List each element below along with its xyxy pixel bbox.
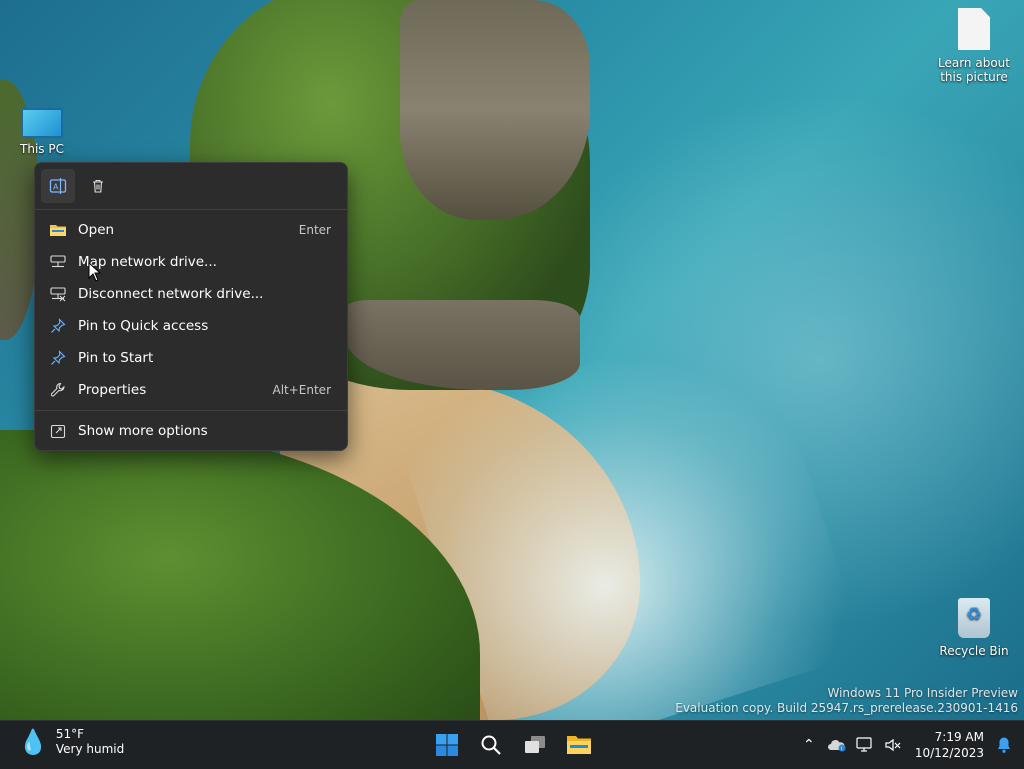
context-menu: A Open Enter Map network drive... Discon… xyxy=(34,162,348,451)
weather-widget[interactable]: 💧 51°F Very humid xyxy=(18,727,124,757)
menu-item-open[interactable]: Open Enter xyxy=(35,214,347,246)
menu-item-label: Pin to Start xyxy=(78,350,154,366)
volume-tray-button[interactable] xyxy=(879,727,907,763)
desktop-icon-label: This PC xyxy=(20,142,64,156)
monitor-icon xyxy=(21,108,63,138)
desktop-icon-label: Learn about this picture xyxy=(938,56,1010,84)
trash-icon xyxy=(93,179,103,193)
network-drive-icon xyxy=(49,253,67,271)
file-explorer-icon xyxy=(567,736,591,754)
menu-item-label: Pin to Quick access xyxy=(78,318,209,334)
watermark-line-2: Evaluation copy. Build 25947.rs_prerelea… xyxy=(675,701,1018,715)
search-icon xyxy=(481,735,501,755)
taskbar-apps xyxy=(428,725,598,765)
menu-item-pin-to-quick-access[interactable]: Pin to Quick access xyxy=(35,310,347,342)
task-view-button[interactable] xyxy=(516,725,554,765)
pin-icon xyxy=(49,349,67,367)
menu-item-shortcut: Alt+Enter xyxy=(272,383,331,397)
clock-date: 10/12/2023 xyxy=(914,746,984,760)
menu-item-label: Disconnect network drive... xyxy=(78,286,264,302)
speaker-muted-icon xyxy=(885,738,901,752)
task-view-icon xyxy=(525,736,545,753)
weather-condition: Very humid xyxy=(55,742,125,756)
clock-time: 7:19 AM xyxy=(934,730,984,744)
mouse-cursor-icon xyxy=(88,262,102,282)
menu-item-shortcut: Enter xyxy=(298,223,331,237)
delete-button[interactable] xyxy=(81,169,115,203)
rename-button[interactable]: A xyxy=(41,169,75,203)
network-tray-button[interactable] xyxy=(851,727,879,763)
share-icon xyxy=(49,422,67,440)
taskbar: 💧 51°F Very humid ⌃ i 7:19 AM 10/12/2023 xyxy=(0,720,1024,769)
windows-logo-icon xyxy=(436,734,458,756)
menu-item-label: Show more options xyxy=(78,423,208,439)
watermark-line-1: Windows 11 Pro Insider Preview xyxy=(827,686,1018,700)
build-watermark: Windows 11 Pro Insider Preview Evaluatio… xyxy=(675,686,1018,716)
disconnect-drive-icon xyxy=(49,285,67,303)
system-tray: ⌃ i 7:19 AM 10/12/2023 xyxy=(795,721,1024,769)
menu-item-map-network-drive[interactable]: Map network drive... xyxy=(35,246,347,278)
menu-item-label: Map network drive... xyxy=(78,254,217,270)
rename-icon: A xyxy=(49,178,67,194)
folder-icon xyxy=(49,221,67,239)
wallpaper-cliff-rock xyxy=(400,0,590,220)
start-button[interactable] xyxy=(428,725,466,765)
bell-icon xyxy=(998,737,1010,753)
menu-item-properties[interactable]: Properties Alt+Enter xyxy=(35,374,347,406)
menu-item-label: Open xyxy=(78,222,115,238)
recycle-bin-icon: ♻ xyxy=(958,598,990,638)
menu-item-show-more-options[interactable]: Show more options xyxy=(35,415,347,447)
context-menu-quick-actions: A xyxy=(35,163,347,209)
desktop-icon-label: Recycle Bin xyxy=(939,644,1009,658)
svg-text:i: i xyxy=(841,746,842,752)
desktop-icon-this-pc[interactable]: This PC xyxy=(4,108,80,156)
network-icon xyxy=(856,737,872,752)
pin-icon xyxy=(49,317,67,335)
cloud-info-icon: i xyxy=(827,740,846,752)
show-hidden-icons-button[interactable]: ⌃ xyxy=(795,727,823,763)
search-button[interactable] xyxy=(472,725,510,765)
menu-item-disconnect-network-drive[interactable]: Disconnect network drive... xyxy=(35,278,347,310)
desktop-icon-recycle-bin[interactable]: ♻ Recycle Bin xyxy=(936,598,1012,658)
notifications-button[interactable] xyxy=(990,727,1018,763)
desktop-icon-learn-about-picture[interactable]: Learn about this picture xyxy=(936,8,1012,84)
menu-item-pin-to-start[interactable]: Pin to Start xyxy=(35,342,347,374)
onedrive-tray-button[interactable]: i xyxy=(823,727,851,763)
document-icon xyxy=(958,8,990,50)
file-explorer-button[interactable] xyxy=(560,725,598,765)
humidity-drop-icon: 💧 xyxy=(18,728,48,756)
chevron-up-icon: ⌃ xyxy=(802,737,815,753)
menu-item-label: Properties xyxy=(78,382,147,398)
weather-temperature: 51°F xyxy=(55,727,85,741)
svg-text:A: A xyxy=(53,183,59,192)
menu-separator xyxy=(35,410,347,411)
taskbar-clock[interactable]: 7:19 AM 10/12/2023 xyxy=(915,729,984,761)
wrench-icon xyxy=(49,381,67,399)
